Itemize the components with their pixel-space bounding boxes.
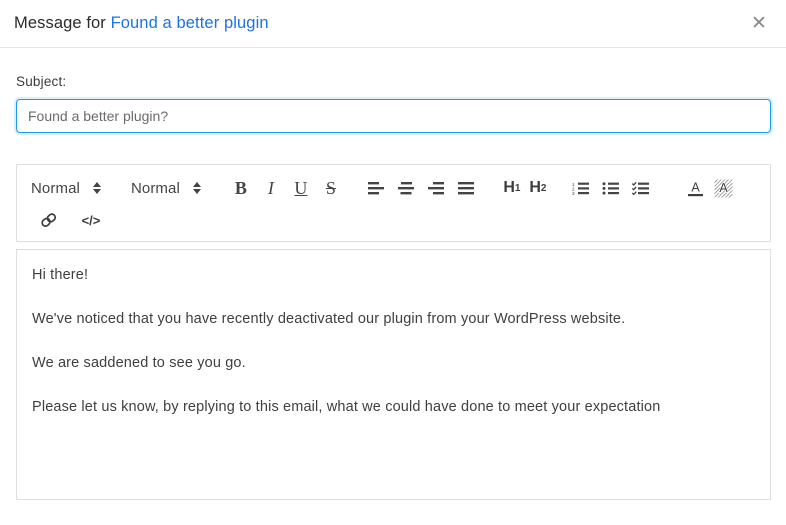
background-color-icon: A: [714, 179, 733, 197]
strikethrough-button[interactable]: S: [317, 174, 345, 202]
subject-input[interactable]: [16, 99, 771, 133]
bold-icon: B: [234, 177, 247, 198]
close-icon[interactable]: ✕: [746, 11, 772, 37]
chevron-updown-icon: [192, 182, 201, 194]
italic-icon: I: [267, 177, 274, 198]
editor-paragraph: Hi there!: [32, 267, 89, 283]
underline-button[interactable]: U: [287, 174, 315, 202]
bullet-list-button[interactable]: [597, 174, 625, 202]
align-left-icon: [368, 181, 385, 194]
font-size-value: Normal: [130, 179, 180, 197]
ordered-list-icon: 1 2 3: [572, 182, 589, 195]
editor-paragraph: We are saddened to see you go.: [32, 355, 246, 372]
bullet-list-icon: [602, 181, 619, 195]
editor-toolbar: Normal Normal B I U S H 1 H 2 1 2 3 A A …: [16, 164, 771, 242]
code-icon: </>: [81, 212, 101, 228]
code-button[interactable]: </>: [77, 206, 105, 234]
h1-icon: H: [503, 179, 515, 196]
font-size-select[interactable]: Normal: [127, 180, 205, 197]
text-color-icon: A: [688, 180, 704, 196]
align-justify-button[interactable]: [453, 174, 481, 202]
h1-sub: 1: [514, 182, 521, 194]
svg-text:A: A: [720, 181, 729, 195]
check-list-icon: [631, 181, 649, 195]
underline-icon: U: [294, 177, 308, 198]
editor-content-area[interactable]: Hi there! We've noticed that you have re…: [16, 249, 771, 500]
title-prefix: Message for: [14, 14, 111, 32]
insert-group: </>: [27, 206, 107, 234]
chevron-updown-icon: [92, 182, 101, 194]
strikethrough-icon: S: [325, 177, 336, 198]
h2-sub: 2: [540, 182, 547, 194]
bold-button[interactable]: B: [227, 174, 255, 202]
text-style-group: B I U S: [227, 174, 347, 202]
text-color-button[interactable]: A: [683, 174, 709, 202]
align-right-button[interactable]: [423, 174, 451, 202]
h2-icon: H: [529, 179, 541, 196]
align-left-button[interactable]: [363, 174, 391, 202]
message-modal: Message for Found a better plugin ✕ Subj…: [0, 0, 786, 525]
alignment-group: [363, 174, 483, 202]
title-link[interactable]: Found a better plugin: [111, 14, 269, 32]
check-list-button[interactable]: [627, 174, 655, 202]
align-center-button[interactable]: [393, 174, 421, 202]
toolbar-row-secondary: </>: [27, 205, 760, 235]
svg-text:A: A: [692, 180, 701, 194]
italic-button[interactable]: I: [257, 174, 285, 202]
editor-paragraph: We've noticed that you have recently dea…: [32, 311, 626, 328]
background-color-button[interactable]: A: [711, 174, 737, 202]
link-icon: [41, 213, 57, 227]
heading-2-button[interactable]: H2: [525, 174, 551, 202]
color-group: A A: [683, 174, 739, 202]
rich-text-editor: Normal Normal B I U S H 1 H 2 1 2 3 A A …: [16, 164, 771, 500]
subject-label: Subject:: [16, 74, 67, 89]
align-justify-icon: [458, 181, 475, 194]
font-family-value: Normal: [31, 179, 80, 197]
editor-paragraph: Please let us know, by replying to this …: [32, 399, 661, 416]
list-group: 1 2 3: [567, 174, 657, 202]
heading-group: H1 H2: [499, 174, 551, 202]
align-center-icon: [398, 181, 415, 194]
ordered-list-button[interactable]: 1 2 3: [567, 174, 595, 202]
font-family-select[interactable]: Normal: [27, 180, 105, 197]
page-title: Message for Found a better plugin: [14, 14, 269, 33]
heading-1-button[interactable]: H1: [499, 174, 525, 202]
modal-header: Message for Found a better plugin ✕: [0, 0, 786, 48]
link-button[interactable]: [35, 206, 63, 234]
align-right-icon: [428, 181, 445, 194]
svg-text:3: 3: [572, 191, 575, 195]
toolbar-row-primary: Normal Normal B I U S H 1 H 2 1 2 3 A A: [27, 173, 760, 203]
modal-body: Subject: Normal Normal: [0, 48, 786, 500]
